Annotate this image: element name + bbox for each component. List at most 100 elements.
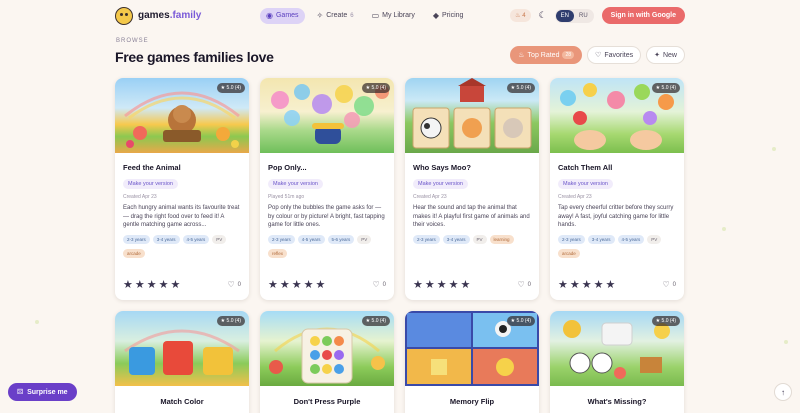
game-thumbnail: ★ 5.0 (4) (115, 311, 249, 386)
rating-badge: ★ 5.0 (4) (651, 316, 680, 326)
tag-list: 2-3 years 3-4 years 4-5 years PV arcade (558, 235, 676, 259)
tag[interactable]: PV (357, 235, 372, 244)
decor-dot (784, 340, 788, 344)
heart-icon: ♡ (227, 280, 235, 289)
game-card[interactable]: ★ 5.0 (4) Match Color (115, 311, 249, 413)
tag[interactable]: 3-4 years (587, 235, 615, 244)
sign-in-button[interactable]: Sign in with Google (601, 7, 685, 24)
lang-en-button[interactable]: EN (555, 9, 574, 22)
filter-new-button[interactable]: ✦ New (646, 46, 685, 64)
dark-mode-toggle-icon[interactable]: ☾ (539, 10, 547, 21)
make-your-version-link[interactable]: Make your version (123, 179, 178, 189)
tag[interactable]: PV (212, 235, 227, 244)
browse-label: BROWSE (116, 38, 149, 44)
tag[interactable]: PV (472, 235, 487, 244)
game-title[interactable]: What's Missing? (550, 397, 684, 406)
game-card[interactable]: ★ 5.0 (4) Don't Press Purple (260, 311, 394, 413)
like-button[interactable]: ♡ 0 (517, 280, 531, 289)
tag[interactable]: arcade (123, 248, 145, 258)
rating-badge: ★ 5.0 (4) (361, 316, 390, 326)
game-thumbnail: ★ 5.0 (4) (115, 78, 249, 153)
tag[interactable]: 3-4 years (442, 235, 470, 244)
tag[interactable]: 5-6 years (327, 235, 355, 244)
game-thumbnail: ★ 5.0 (4) (405, 311, 539, 386)
like-button[interactable]: ♡ 0 (372, 280, 386, 289)
like-button[interactable]: ♡ 0 (227, 280, 241, 289)
make-your-version-link[interactable]: Make your version (413, 179, 468, 189)
game-thumbnail: ★ 5.0 (4) (550, 311, 684, 386)
scroll-to-top-button[interactable]: ↑ (774, 383, 792, 401)
game-title[interactable]: Feed the Animal (123, 163, 241, 172)
flame-icon: ♨ (518, 52, 525, 59)
surprise-me-button[interactable]: ⚄ Surprise me (8, 383, 77, 401)
filter-favorites-button[interactable]: ♡ Favorites (587, 46, 642, 64)
streak-badge[interactable]: ♨ 4 (510, 9, 531, 22)
game-card[interactable]: ★ 5.0 (4) Catch Them All Make your versi… (550, 78, 684, 300)
tag[interactable]: 2-3 years (268, 235, 295, 244)
game-meta: Created Apr 23 (413, 194, 447, 200)
book-icon: ▭ (371, 10, 380, 20)
game-meta: Played 51m ago (268, 194, 305, 200)
like-count: 0 (527, 281, 531, 288)
logo[interactable]: games.family (115, 6, 260, 25)
tag-list: 2-3 years 3-4 years 4-5 years PV arcade (123, 235, 241, 259)
game-card[interactable]: ★ 5.0 (4) Feed the Animal Make your vers… (115, 78, 249, 300)
language-switch: EN RU (554, 8, 594, 23)
nav-create-count: 6 (350, 12, 354, 19)
heart-icon: ♡ (372, 280, 380, 289)
tag[interactable]: learning (489, 235, 514, 244)
game-card[interactable]: ★ 5.0 (4) Who Says Moo? Make your versio… (405, 78, 539, 300)
heart-icon: ♡ (662, 280, 670, 289)
like-button[interactable]: ♡ 0 (662, 280, 676, 289)
decor-dot (722, 227, 726, 231)
tag[interactable]: 2-3 years (558, 235, 585, 244)
star-rating[interactable]: ★★★★★ (123, 278, 182, 291)
tag-list: 2-3 years 3-4 years PV learning (413, 235, 531, 259)
game-title[interactable]: Pop Only... (268, 163, 386, 172)
star-rating[interactable]: ★★★★★ (558, 278, 617, 291)
rating-badge: ★ 5.0 (4) (506, 316, 535, 326)
tag[interactable]: reflex (268, 248, 288, 258)
like-count: 0 (672, 281, 676, 288)
nav-library-label: My Library (382, 12, 415, 19)
game-title[interactable]: Catch Them All (558, 163, 676, 172)
tag[interactable]: 2-3 years (123, 235, 150, 244)
star-rating[interactable]: ★★★★★ (413, 278, 472, 291)
tag-list: 2-3 years 4-5 years 5-6 years PV reflex (268, 235, 386, 259)
filter-top-rated-button[interactable]: ♨ Top Rated 28 (510, 46, 583, 64)
game-card[interactable]: ★ 5.0 (4) Pop Only... Make your version … (260, 78, 394, 300)
rating-badge: ★ 5.0 (4) (651, 83, 680, 93)
nav-my-library[interactable]: ▭ My Library (366, 8, 421, 24)
tag[interactable]: 4-5 years (297, 235, 325, 244)
tag[interactable]: 2-3 years (413, 235, 440, 244)
nav-games[interactable]: ◉ Games (260, 7, 305, 24)
game-card[interactable]: ★ 5.0 (4) Memory Flip (405, 311, 539, 413)
tag[interactable]: 4-5 years (617, 235, 645, 244)
decor-dot (772, 147, 776, 151)
flame-icon: ♨ (515, 13, 521, 19)
nav-create[interactable]: ✧ Create 6 (311, 8, 360, 24)
lang-ru-button[interactable]: RU (574, 10, 593, 22)
tag[interactable]: 3-4 years (152, 235, 180, 244)
filter-count-badge: 28 (562, 51, 575, 59)
rating-badge: ★ 5.0 (4) (216, 316, 245, 326)
streak-count: 4 (522, 13, 526, 19)
nav-pricing[interactable]: ◆ Pricing (427, 8, 470, 24)
game-title[interactable]: Memory Flip (405, 397, 539, 406)
nav-pricing-label: Pricing (442, 12, 464, 19)
tag[interactable]: PV (647, 235, 662, 244)
game-title[interactable]: Match Color (115, 397, 249, 406)
make-your-version-link[interactable]: Make your version (268, 179, 323, 189)
filter-top-rated-label: Top Rated (527, 51, 560, 59)
game-title[interactable]: Who Says Moo? (413, 163, 531, 172)
make-your-version-link[interactable]: Make your version (558, 179, 613, 189)
tag[interactable]: 4-5 years (182, 235, 210, 244)
rating-badge: ★ 5.0 (4) (216, 83, 245, 93)
game-card[interactable]: ★ 5.0 (4) What's Missing? (550, 311, 684, 413)
logo-text: games.family (138, 10, 202, 21)
star-rating[interactable]: ★★★★★ (268, 278, 327, 291)
nav-create-label: Create (326, 12, 348, 19)
tag[interactable]: arcade (558, 248, 580, 258)
game-title[interactable]: Don't Press Purple (260, 397, 394, 406)
header-tools: ♨ 4 ☾ EN RU Sign in with Google (510, 7, 685, 24)
